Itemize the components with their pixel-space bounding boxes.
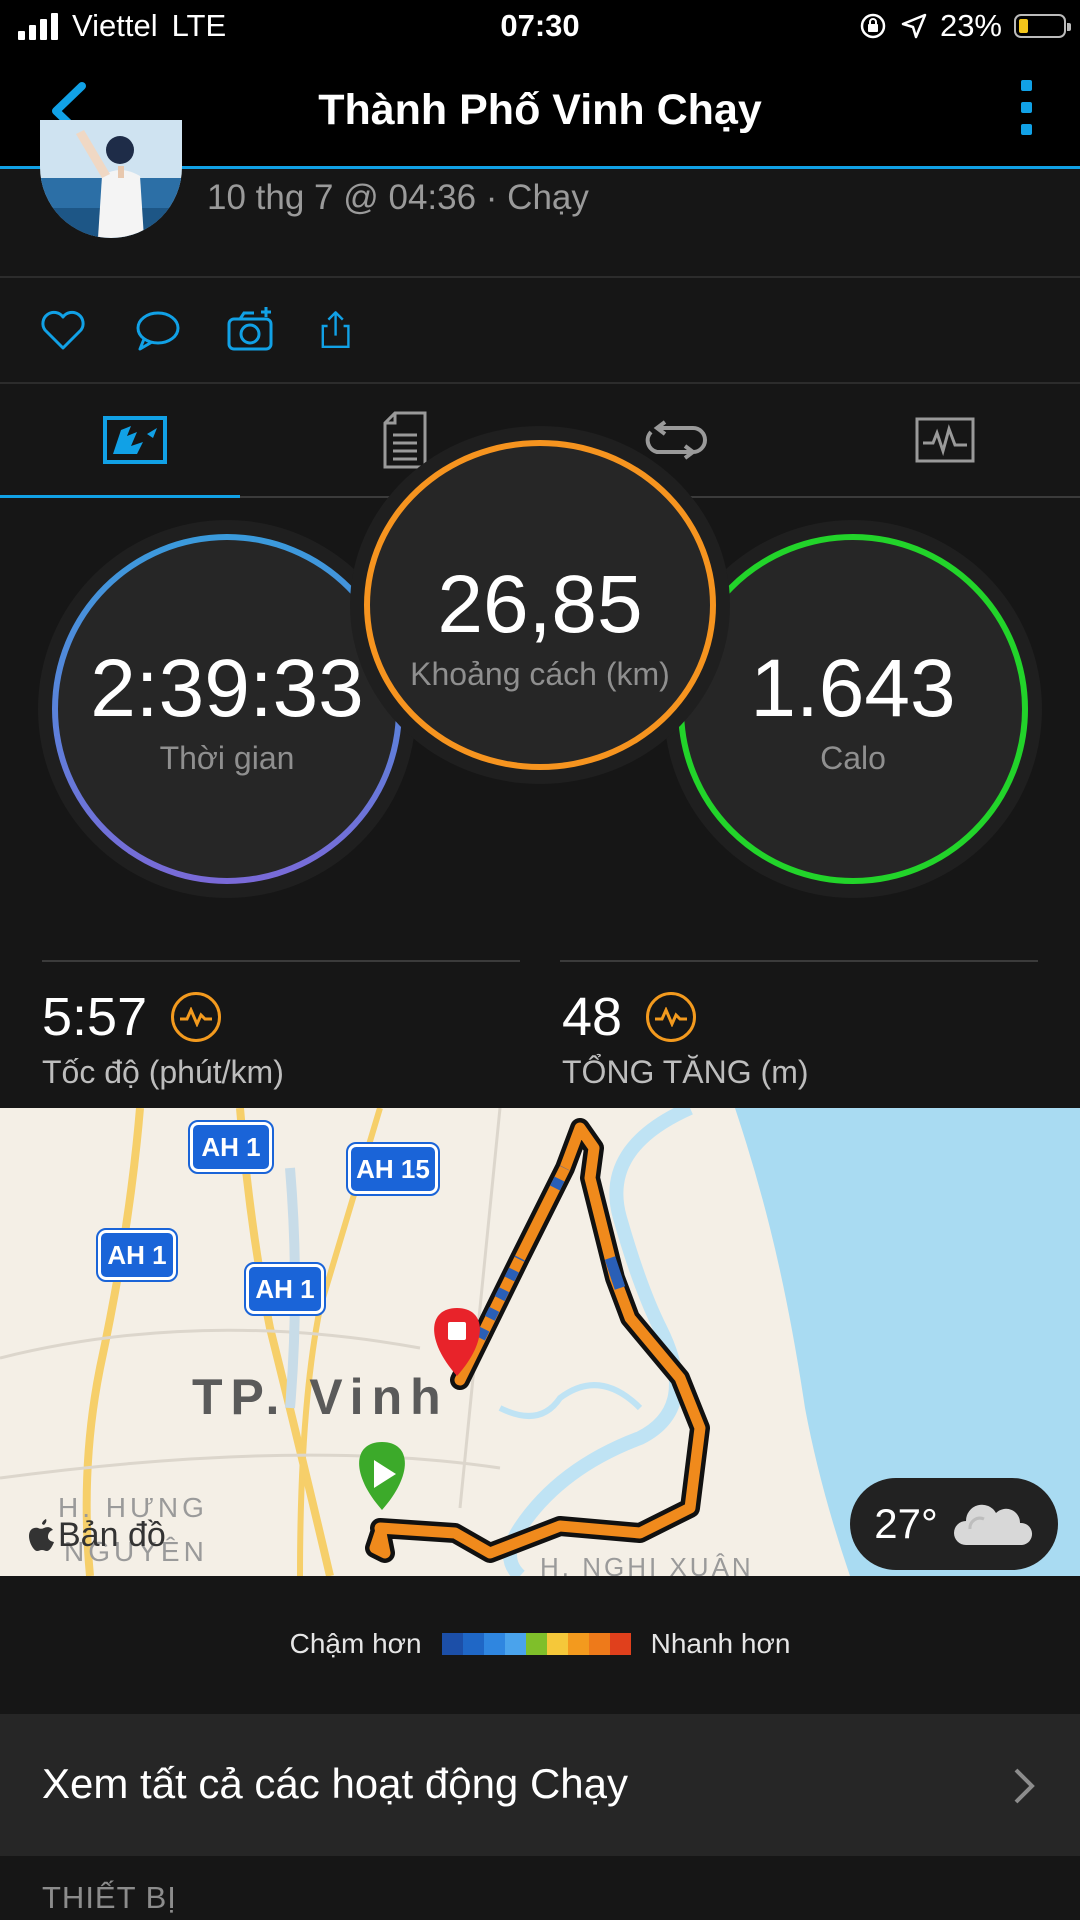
distance-value: 26,85 <box>437 558 643 650</box>
map-attribution-label: Bản đồ <box>58 1516 166 1554</box>
distance-label: Khoảng cách (km) <box>410 655 670 692</box>
map-attribution[interactable]: Bản đồ <box>26 1516 166 1555</box>
location-icon <box>901 13 927 39</box>
pace-stat: 5:57 Tốc độ (phút/km) <box>42 986 284 1091</box>
divider <box>560 960 1038 962</box>
road-sign-ah1: AH 1 <box>96 1228 178 1282</box>
laps-icon <box>645 420 707 460</box>
tab-overview[interactable] <box>0 384 270 498</box>
action-bar <box>38 305 358 355</box>
tab-charts[interactable] <box>810 384 1080 496</box>
device-section-header: THIẾT BỊ <box>42 1880 177 1915</box>
time-ring: 2:39:33 Thời gian <box>52 534 402 884</box>
time-value: 2:39:33 <box>90 642 364 734</box>
map-city-label: TP. Vinh <box>192 1369 449 1425</box>
weather-temp: 27° <box>874 1500 938 1547</box>
status-right: 23% <box>858 8 1071 44</box>
map-district-label: H. NGHI XUÂN <box>540 1552 754 1576</box>
calories-label: Calo <box>820 739 886 776</box>
legend-faster-label: Nhanh hơn <box>650 1628 791 1659</box>
activity-subtitle: 10 thg 7 @ 04:36 · Chạy <box>207 178 589 217</box>
calories-ring: 1.643 Calo <box>678 534 1028 884</box>
pulse-icon <box>646 992 697 1042</box>
road-sign-ah15: AH 15 <box>346 1142 440 1196</box>
add-photo-icon[interactable] <box>226 305 276 355</box>
battery-icon <box>1014 14 1071 38</box>
document-icon <box>383 411 427 469</box>
avatar[interactable] <box>40 120 182 238</box>
pulse-icon <box>171 992 222 1042</box>
elevation-value: 48 <box>562 987 623 1047</box>
legend-swatch <box>588 1633 610 1655</box>
legend-swatch <box>567 1633 589 1655</box>
battery-percent: 23% <box>939 8 1002 43</box>
road-sign-ah1: AH 1 <box>188 1120 274 1174</box>
divider <box>42 960 520 962</box>
more-options-icon[interactable] <box>1016 80 1036 144</box>
legend-swatch <box>609 1633 631 1655</box>
weather-badge[interactable]: 27° <box>850 1478 1058 1570</box>
legend-swatch <box>441 1633 463 1655</box>
road-sign-ah1: AH 1 <box>244 1262 326 1316</box>
legend-swatch <box>504 1633 526 1655</box>
rotation-lock-icon <box>860 13 886 39</box>
calories-value: 1.643 <box>750 642 956 734</box>
pace-legend: Chậm hơn Nhanh hơn <box>0 1576 1080 1712</box>
elevation-stat: 48 TỔNG TĂNG (m) <box>562 986 809 1091</box>
pace-value: 5:57 <box>42 987 148 1047</box>
legend-color-bar <box>441 1633 631 1655</box>
time-label: Thời gian <box>159 739 295 776</box>
elevation-label: TỔNG TĂNG (m) <box>562 1054 809 1090</box>
like-heart-icon[interactable] <box>38 305 88 355</box>
comment-icon[interactable] <box>130 305 184 355</box>
status-bar: Viettel LTE 07:30 23% <box>0 0 1080 56</box>
legend-swatch <box>546 1633 568 1655</box>
legend-slower-label: Chậm hơn <box>289 1628 422 1659</box>
pace-label: Tốc độ (phút/km) <box>42 1054 284 1090</box>
view-all-runs-label: Xem tất cả các hoạt động Chạy <box>42 1760 629 1807</box>
share-icon[interactable] <box>318 305 358 355</box>
view-all-runs-row[interactable]: Xem tất cả các hoạt động Chạy <box>0 1714 1080 1856</box>
apple-logo-icon <box>29 1518 54 1551</box>
chart-icon <box>915 417 975 463</box>
legend-swatch <box>525 1633 547 1655</box>
legend-swatch <box>483 1633 505 1655</box>
legend-swatch <box>462 1633 484 1655</box>
distance-ring: 26,85 Khoảng cách (km) <box>364 440 716 770</box>
divider <box>0 276 1080 278</box>
chevron-right-icon <box>1014 1768 1035 1804</box>
cloud-icon <box>953 1504 1032 1545</box>
overview-icon <box>103 416 167 464</box>
